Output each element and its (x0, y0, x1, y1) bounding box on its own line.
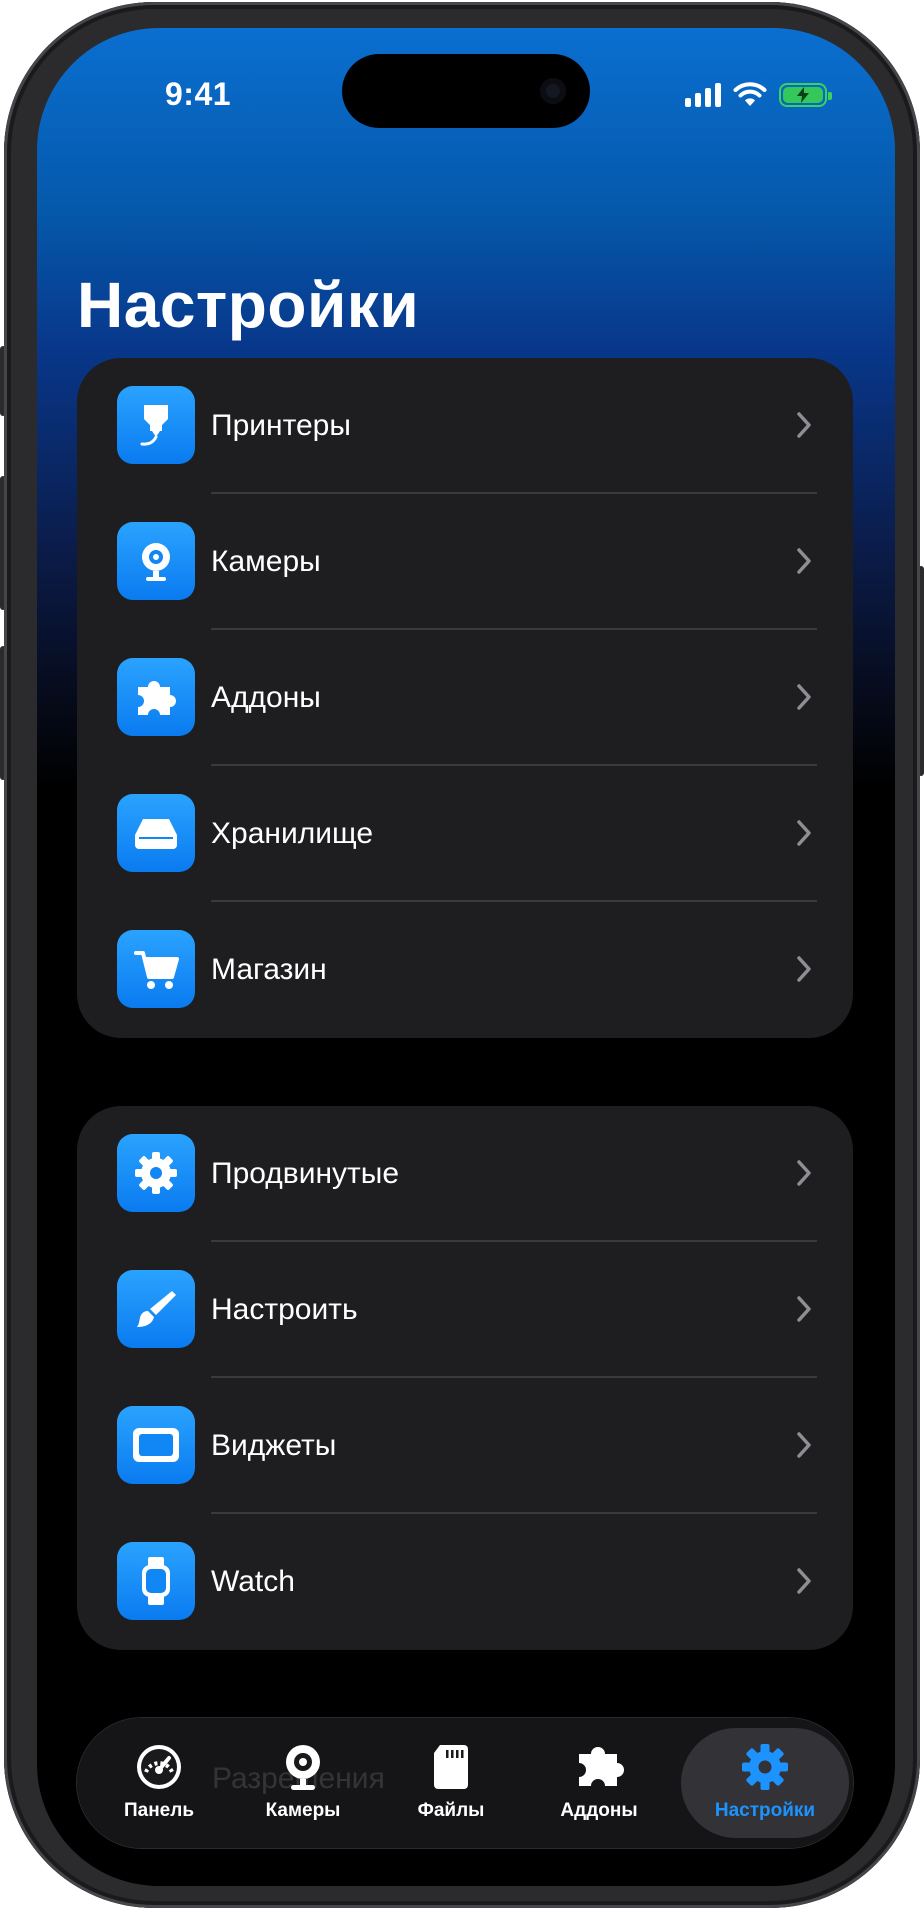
page-title: Настройки (77, 269, 420, 341)
tab-settings[interactable]: Настройки (691, 1718, 839, 1848)
settings-row-label: Продвинутые (211, 1157, 400, 1190)
settings-row-label: Хранилище (211, 817, 373, 850)
settings-group-advanced: Продвинутые Настроить Виджеты Watch (77, 1106, 853, 1650)
chevron-right-icon (797, 412, 811, 438)
widget-icon (117, 1406, 195, 1484)
tab-label: Файлы (417, 1800, 485, 1821)
drive-icon (117, 794, 195, 872)
settings-row-label: Принтеры (211, 409, 351, 442)
settings-row-label: Настроить (211, 1293, 358, 1326)
webcam-icon (117, 522, 195, 600)
sd-card-icon (434, 1745, 468, 1789)
settings-row-customize[interactable]: Настроить (77, 1242, 853, 1378)
tab-label: Камеры (265, 1800, 341, 1821)
chevron-right-icon (797, 1296, 811, 1322)
chevron-right-icon (797, 684, 811, 710)
chevron-right-icon (797, 1432, 811, 1458)
tab-bar: Разрешения Панель Камеры Файлы Аддоны На… (77, 1718, 853, 1848)
settings-row-label: Виджеты (211, 1429, 337, 1462)
watch-icon (117, 1542, 195, 1620)
status-indicators (685, 80, 832, 110)
chevron-right-icon (797, 956, 811, 982)
settings-row-addons[interactable]: Аддоны (77, 630, 853, 766)
tab-label: Аддоны (560, 1800, 638, 1821)
front-camera-lens (540, 78, 566, 104)
tab-label: Панель (123, 1800, 195, 1821)
tab-cameras[interactable]: Камеры (229, 1718, 377, 1848)
tab-addons[interactable]: Аддоны (525, 1718, 673, 1848)
screenshot-stage: 9:41 Настройки Принтеры Камеры Аддоны Хр… (0, 0, 924, 1912)
settings-row-printers[interactable]: Принтеры (77, 358, 853, 494)
dynamic-island (342, 54, 590, 128)
settings-group-main: Принтеры Камеры Аддоны Хранилище Магазин (77, 358, 853, 1038)
settings-row-advanced[interactable]: Продвинутые (77, 1106, 853, 1242)
webcam-icon (286, 1745, 320, 1790)
paintbrush-icon (117, 1270, 195, 1348)
battery-charging-icon (779, 83, 832, 107)
tab-dashboard[interactable]: Панель (85, 1718, 233, 1848)
phone-screen: 9:41 Настройки Принтеры Камеры Аддоны Хр… (37, 28, 895, 1886)
settings-row-storage[interactable]: Хранилище (77, 766, 853, 902)
status-time: 9:41 (165, 76, 232, 112)
phone-frame: 9:41 Настройки Принтеры Камеры Аддоны Хр… (4, 2, 920, 1908)
tab-label: Настройки (714, 1800, 816, 1821)
cart-icon (117, 930, 195, 1008)
settings-row-label: Камеры (211, 545, 321, 578)
settings-row-watch[interactable]: Watch (77, 1514, 853, 1650)
settings-row-label: Аддоны (211, 681, 321, 714)
puzzle-icon (117, 658, 195, 736)
cellular-signal-icon (685, 83, 721, 107)
settings-row-store[interactable]: Магазин (77, 902, 853, 1038)
printer-nozzle-icon (117, 386, 195, 464)
chevron-right-icon (797, 548, 811, 574)
chevron-right-icon (797, 1568, 811, 1594)
gear-icon (742, 1744, 788, 1790)
settings-row-widgets[interactable]: Виджеты (77, 1378, 853, 1514)
home-indicator (359, 1862, 573, 1871)
settings-row-label: Watch (211, 1565, 295, 1598)
wifi-icon (733, 82, 767, 106)
chevron-right-icon (797, 1160, 811, 1186)
gauge-icon (137, 1745, 181, 1789)
tab-files[interactable]: Файлы (377, 1718, 525, 1848)
settings-row-cameras[interactable]: Камеры (77, 494, 853, 630)
settings-row-label: Магазин (211, 953, 327, 986)
chevron-right-icon (797, 820, 811, 846)
puzzle-icon (579, 1747, 625, 1786)
gear-icon (117, 1134, 195, 1212)
